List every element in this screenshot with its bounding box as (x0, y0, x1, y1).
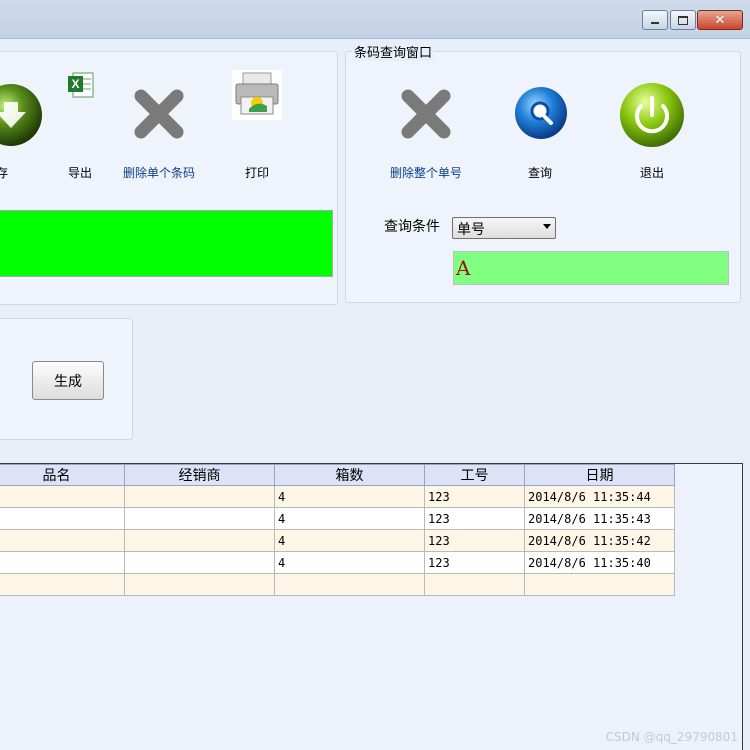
print-label: 打印 (244, 166, 269, 180)
maximize-icon (678, 15, 688, 25)
minimize-icon (651, 22, 659, 24)
column-header-worker-id[interactable]: 工号 (424, 464, 525, 486)
chevron-down-icon (543, 224, 551, 229)
cell-boxes[interactable]: 4 (274, 507, 425, 530)
cell-date[interactable]: 2014/8/6 11:35:43 (524, 507, 675, 530)
table-row[interactable]: 4 123 2014/8/6 11:35:43 (0, 507, 675, 530)
table-row[interactable]: 4 123 2014/8/6 11:35:40 (0, 551, 675, 574)
power-icon (620, 83, 684, 147)
query-condition-selected: 单号 (457, 222, 485, 238)
cell-name[interactable] (0, 507, 125, 530)
column-header-date[interactable]: 日期 (524, 464, 675, 486)
cell-dealer[interactable] (124, 485, 275, 508)
close-icon: ✕ (714, 12, 726, 28)
cell-date[interactable] (524, 573, 675, 596)
exit-label: 退出 (639, 166, 664, 180)
cell-dealer[interactable] (124, 551, 275, 574)
cell-worker-id[interactable] (424, 573, 525, 596)
cell-name[interactable] (0, 551, 125, 574)
cell-boxes[interactable] (274, 573, 425, 596)
cell-date[interactable]: 2014/8/6 11:35:40 (524, 551, 675, 574)
query-label: 查询 (527, 166, 552, 180)
save-icon (0, 84, 42, 146)
printer-icon (232, 70, 282, 120)
data-grid: 品名 经销商 箱数 工号 日期 4 123 2014/8/6 11:35:44 … (0, 463, 743, 750)
maximize-button[interactable] (670, 10, 696, 30)
delete-single-label: 删除单个条码 (122, 166, 195, 180)
cell-dealer[interactable] (124, 507, 275, 530)
query-button[interactable]: 查询 (512, 86, 568, 186)
watermark: CSDN @qq_29790801 (605, 730, 738, 744)
table-row[interactable]: 4 123 2014/8/6 11:35:44 (0, 485, 675, 508)
delete-single-barcode-button[interactable]: 删除单个条码 (123, 86, 195, 186)
export-button[interactable]: X 导出 (60, 70, 100, 185)
cell-worker-id[interactable]: 123 (424, 551, 525, 574)
query-condition-label: 查询条件 (384, 219, 440, 235)
minimize-button[interactable] (642, 10, 668, 30)
svg-text:X: X (71, 77, 79, 91)
cell-boxes[interactable]: 4 (274, 529, 425, 552)
delete-x-icon (401, 89, 451, 139)
cell-boxes[interactable]: 4 (274, 551, 425, 574)
query-value-input[interactable]: A (453, 251, 729, 285)
status-display-bar (0, 210, 333, 277)
cell-name[interactable] (0, 529, 125, 552)
title-bar: ✕ (0, 0, 750, 39)
exit-button[interactable]: 退出 (618, 82, 686, 186)
cell-name[interactable] (0, 573, 125, 596)
close-button[interactable]: ✕ (697, 10, 743, 30)
column-header-name[interactable]: 品名 (0, 464, 125, 486)
print-button[interactable]: 打印 (230, 68, 284, 183)
query-condition-select[interactable]: 单号 (452, 217, 556, 239)
cell-date[interactable]: 2014/8/6 11:35:44 (524, 485, 675, 508)
table-header-row: 品名 经销商 箱数 工号 日期 (0, 464, 675, 486)
cell-name[interactable] (0, 485, 125, 508)
delete-order-button[interactable]: 删除整个单号 (390, 86, 462, 186)
excel-icon: X (68, 72, 94, 98)
table-row[interactable]: 4 123 2014/8/6 11:35:42 (0, 529, 675, 552)
cell-dealer[interactable] (124, 573, 275, 596)
generate-button[interactable]: 生成 (32, 361, 104, 400)
search-icon (515, 87, 567, 139)
cell-worker-id[interactable]: 123 (424, 529, 525, 552)
cell-worker-id[interactable]: 123 (424, 507, 525, 530)
cell-worker-id[interactable]: 123 (424, 485, 525, 508)
column-header-boxes[interactable]: 箱数 (274, 464, 425, 486)
cell-dealer[interactable] (124, 529, 275, 552)
delete-order-label: 删除整个单号 (389, 166, 462, 180)
query-window-title: 条码查询窗口 (352, 42, 435, 61)
column-header-dealer[interactable]: 经销商 (124, 464, 275, 486)
delete-x-icon (134, 89, 184, 139)
cell-boxes[interactable]: 4 (274, 485, 425, 508)
cell-date[interactable]: 2014/8/6 11:35:42 (524, 529, 675, 552)
data-table: 品名 经销商 箱数 工号 日期 4 123 2014/8/6 11:35:44 … (0, 464, 675, 596)
table-row[interactable] (0, 573, 675, 596)
